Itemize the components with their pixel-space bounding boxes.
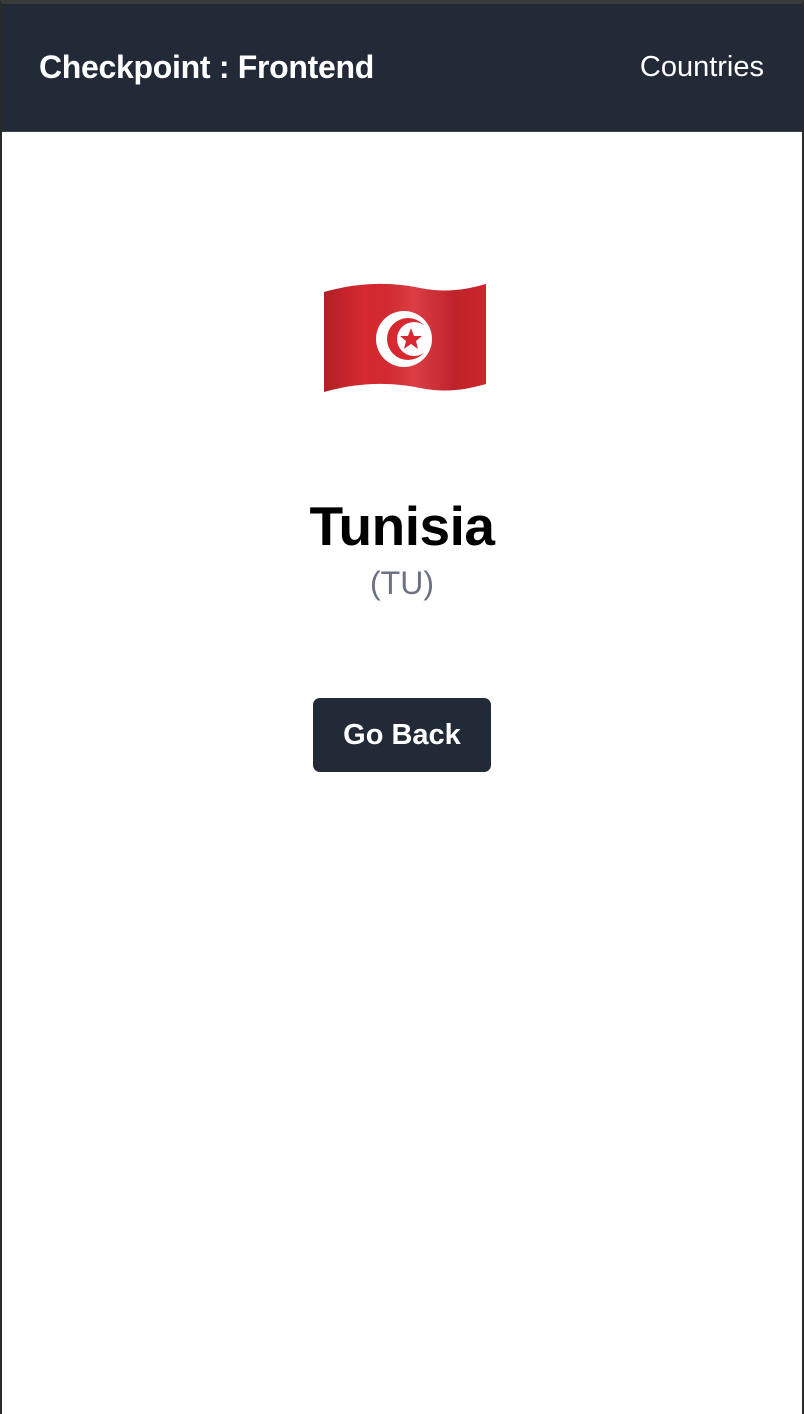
app-window: Checkpoint : Frontend Countries Tunisia … bbox=[0, 0, 804, 1414]
top-navbar: Checkpoint : Frontend Countries bbox=[2, 4, 802, 132]
country-detail: Tunisia (TU) Go Back bbox=[2, 132, 802, 1414]
go-back-button[interactable]: Go Back bbox=[313, 698, 491, 772]
country-name: Tunisia bbox=[309, 495, 495, 557]
brand-link[interactable]: Checkpoint : Frontend bbox=[39, 49, 374, 86]
tunisia-flag-icon bbox=[324, 283, 486, 392]
nav-link-countries[interactable]: Countries bbox=[640, 51, 764, 84]
country-code: (TU) bbox=[370, 565, 434, 601]
